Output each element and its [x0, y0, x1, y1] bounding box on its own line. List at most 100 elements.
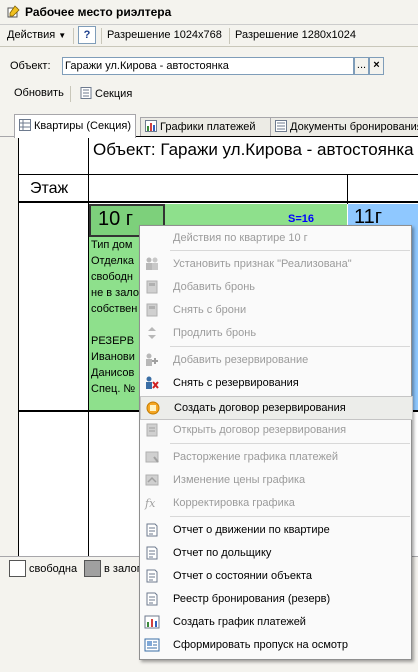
menu-item-open-reservation-contract[interactable]: Открыть договор резервирования: [140, 419, 411, 441]
menu-item-label: Создать график платежей: [173, 616, 306, 628]
section-label: Секция: [95, 88, 133, 100]
menu-item-report-shareholder[interactable]: Отчет по дольщику: [140, 542, 411, 564]
section-icon: [80, 87, 92, 99]
menu-item-generate-viewing-pass[interactable]: Сформировать пропуск на осмотр: [140, 634, 411, 656]
menu-item-label: Реестр бронирования (резерв): [173, 593, 331, 605]
toolbar-separator: [73, 28, 74, 44]
help-button[interactable]: ?: [78, 26, 96, 44]
pass-icon: [144, 638, 160, 652]
menu-item-add-booking[interactable]: Добавить бронь: [140, 276, 411, 298]
menu-item-label: Отчет по дольщику: [173, 547, 272, 559]
object-select-button[interactable]: ...: [354, 57, 369, 75]
toolbar: Действия ▼ ? Разрешение 1024x768 Разреше…: [0, 25, 418, 47]
refresh-button[interactable]: Обновить: [14, 87, 64, 99]
menu-item-adjust-schedule[interactable]: fx Корректировка графика: [140, 492, 411, 514]
object-clear-button[interactable]: ×: [369, 57, 384, 75]
menu-item-label: Создать договор резервирования: [174, 402, 346, 414]
report-icon: [146, 523, 158, 537]
schedule-cancel-icon: [145, 451, 159, 463]
menu-item-label: Сформировать пропуск на осмотр: [173, 639, 348, 651]
legend-label-free: свободна: [29, 563, 78, 575]
toolbar-separator: [229, 28, 230, 44]
chart-icon: [145, 120, 157, 132]
menu-item-remove-booking[interactable]: Снять с брони: [140, 299, 411, 321]
menu-item-label: Расторжение графика платежей: [173, 451, 339, 463]
apartment-area: S=16: [288, 213, 314, 225]
tab-booking-documents[interactable]: Документы бронирования: [270, 117, 418, 137]
menu-separator: [170, 516, 410, 517]
tab-payment-schedules[interactable]: Графики платежей: [140, 117, 278, 137]
menu-item-booking-registry[interactable]: Реестр бронирования (резерв): [140, 588, 411, 610]
menu-item-label: Установить признак "Реализована": [173, 258, 352, 270]
menu-item-label: Добавить бронь: [173, 281, 256, 293]
menu-item-label: Открыть договор резервирования: [173, 424, 347, 436]
document-remove-icon: [146, 303, 158, 317]
legend-label-pledged: в залог: [104, 563, 141, 575]
menu-item-label: Корректировка графика: [173, 497, 295, 509]
menu-item-extend-booking[interactable]: Продлить бронь: [140, 322, 411, 344]
section-button[interactable]: Секция: [80, 85, 132, 103]
apartment-info-line: Тип дом: [91, 239, 133, 251]
menu-item-remove-reservation[interactable]: Снять с резервирования: [140, 372, 411, 394]
document-add-icon: [146, 280, 158, 294]
menu-item-label: Отчет о состоянии объекта: [173, 570, 313, 582]
menu-item-set-realized[interactable]: Установить признак "Реализована": [140, 253, 411, 275]
person-add-icon: [146, 353, 158, 366]
menu-item-label: Изменение цены графика: [173, 474, 306, 486]
apartment-info-line: РЕЗЕРВ: [91, 335, 135, 347]
grid-line: [347, 174, 348, 204]
grid-title: Объект: Гаражи ул.Кирова - автостоянка: [93, 140, 414, 159]
contract-icon: [146, 401, 160, 415]
menu-item-label: Снять с резервирования: [173, 377, 299, 389]
apartment-info-line: Спец. №: [91, 383, 136, 395]
dropdown-arrow-icon: ▼: [58, 31, 67, 40]
report-icon: [146, 592, 158, 606]
tab-apartments-section[interactable]: Квартиры (Секция): [14, 114, 136, 138]
table-icon: [19, 119, 31, 131]
function-icon: fx: [144, 497, 156, 510]
menu-item-label: Добавить резервирование: [173, 354, 309, 366]
apartment-info-line: Данисов: [91, 367, 135, 379]
tab-label: Документы бронирования: [290, 121, 418, 133]
actions-separator: [70, 86, 71, 102]
apartment-info-line: собствен: [91, 303, 138, 315]
resolution-1024-button[interactable]: Разрешение 1024x768: [104, 27, 225, 44]
report-icon: [146, 569, 158, 583]
tab-label: Квартиры (Секция): [34, 120, 131, 132]
window-title: Рабочее место риэлтера: [25, 5, 172, 19]
menu-header-apartment-actions: Действия по квартире 10 г: [140, 227, 411, 249]
apartment-name: 10 г: [98, 208, 134, 230]
menu-item-add-reservation[interactable]: Добавить резервирование: [140, 349, 411, 371]
menu-item-label: Продлить бронь: [173, 327, 257, 339]
person-remove-icon: [146, 376, 159, 389]
menu-item-change-schedule-price[interactable]: Изменение цены графика: [140, 469, 411, 491]
tab-label: Графики платежей: [160, 121, 256, 133]
apartment-info-line: Отделка: [91, 255, 134, 267]
price-change-icon: [145, 474, 159, 486]
menu-item-create-payment-schedule[interactable]: Создать график платежей: [140, 611, 411, 633]
toolbar-separator: [101, 28, 102, 44]
legend-swatch-pledged: [84, 560, 101, 577]
floor-header: Этаж: [30, 180, 69, 197]
grid-line: [18, 174, 418, 175]
menu-item-label: Отчет о движении по квартире: [173, 524, 330, 536]
menu-item-label: Снять с брони: [173, 304, 247, 316]
extend-icon: [148, 327, 156, 339]
menu-separator: [170, 250, 410, 251]
actions-menu-button[interactable]: Действия ▼: [4, 27, 69, 44]
report-icon: [146, 546, 158, 560]
menu-item-report-apartment-movement[interactable]: Отчет о движении по квартире: [140, 519, 411, 541]
object-input[interactable]: Гаражи ул.Кирова - автостоянка: [62, 57, 354, 75]
menu-item-report-object-state[interactable]: Отчет о состоянии объекта: [140, 565, 411, 587]
apartment-info-line: Иванови: [91, 351, 135, 363]
open-contract-icon: [146, 423, 158, 437]
resolution-1280-button[interactable]: Разрешение 1280x1024: [232, 27, 359, 44]
menu-item-create-reservation-contract[interactable]: Создать договор резервирования: [140, 396, 413, 420]
object-label: Объект:: [10, 60, 51, 72]
svg-text:fx: fx: [144, 497, 156, 510]
menu-item-label: Действия по квартире 10 г: [173, 232, 308, 244]
menu-item-cancel-payment-schedule[interactable]: Расторжение графика платежей: [140, 446, 411, 468]
legend-swatch-free: [9, 560, 26, 577]
grid-line: [18, 201, 418, 203]
menu-separator: [170, 443, 410, 444]
